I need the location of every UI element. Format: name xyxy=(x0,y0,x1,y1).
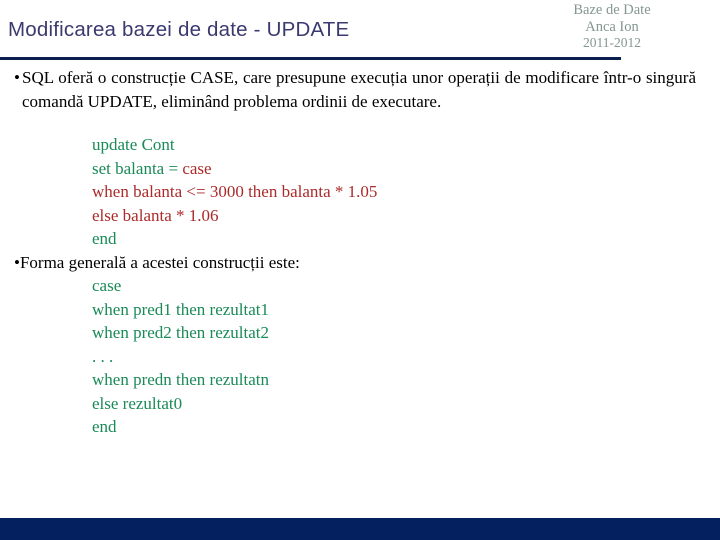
code-token: when pred2 then rezultat2 xyxy=(92,323,270,342)
bullet-text-syntax: Forma generală a acestei construcții est… xyxy=(19,252,300,272)
code-token: end xyxy=(92,229,117,248)
code-token: case xyxy=(92,276,122,295)
code-line: when balanta <= 3000 then balanta * 1.05 xyxy=(92,180,720,204)
bullet-paragraph-intro: • SQL oferă o construcție CASE, care pre… xyxy=(0,66,720,113)
bullet-paragraph-syntax: •Forma generală a acestei construcții es… xyxy=(0,251,720,275)
code-block-syntax: case when pred1 then rezultat1 when pred2 … xyxy=(0,274,720,439)
presentation-slide: Modificarea bazei de date - UPDATE Baze … xyxy=(0,0,720,540)
code-line: . . . xyxy=(92,345,720,369)
bullet-text-intro: SQL oferă o construcție CASE, care presu… xyxy=(22,68,696,111)
slide-content: • SQL oferă o construcție CASE, care pre… xyxy=(0,66,720,439)
code-token: when predn then rezultatn xyxy=(92,370,270,389)
code-line: update Cont xyxy=(92,133,720,157)
code-token: case xyxy=(182,158,212,178)
code-token: when pred1 then rezultat1 xyxy=(92,299,270,319)
footer-bar xyxy=(0,518,720,540)
code-line: when pred1 then rezultat1 xyxy=(92,298,720,322)
code-line: end xyxy=(92,415,720,439)
code-line: end xyxy=(92,227,720,251)
code-line: else rezultat0 xyxy=(92,392,720,416)
code-line: when predn then rezultatn xyxy=(92,368,720,392)
code-block-example: update Cont set balanta = case when balant… xyxy=(0,133,720,251)
code-token: end xyxy=(92,417,117,436)
code-token: . . . xyxy=(92,346,114,366)
header-divider-rule xyxy=(0,57,621,60)
code-token: else balanta * 1.06 xyxy=(92,205,219,225)
header-meta: Baze de Date Anca Ion 2011-2012 xyxy=(512,2,712,52)
header-author-name: Anca Ion xyxy=(585,18,639,35)
header-course-name: Baze de Date xyxy=(573,2,651,18)
code-token: set balanta = xyxy=(92,158,183,178)
code-token: when balanta <= 3000 then balanta * 1.05 xyxy=(92,182,378,201)
code-token: update Cont xyxy=(92,135,175,154)
page-title: Modificarea bazei de date - UPDATE xyxy=(8,18,350,41)
code-line: set balanta = case xyxy=(92,157,720,181)
code-line: case xyxy=(92,274,720,298)
code-line: else balanta * 1.06 xyxy=(92,204,720,228)
bullet-marker-icon: • xyxy=(14,68,20,87)
code-token: else rezultat0 xyxy=(92,393,183,413)
header-academic-year: 2011-2012 xyxy=(583,35,641,50)
code-line: when pred2 then rezultat2 xyxy=(92,321,720,345)
